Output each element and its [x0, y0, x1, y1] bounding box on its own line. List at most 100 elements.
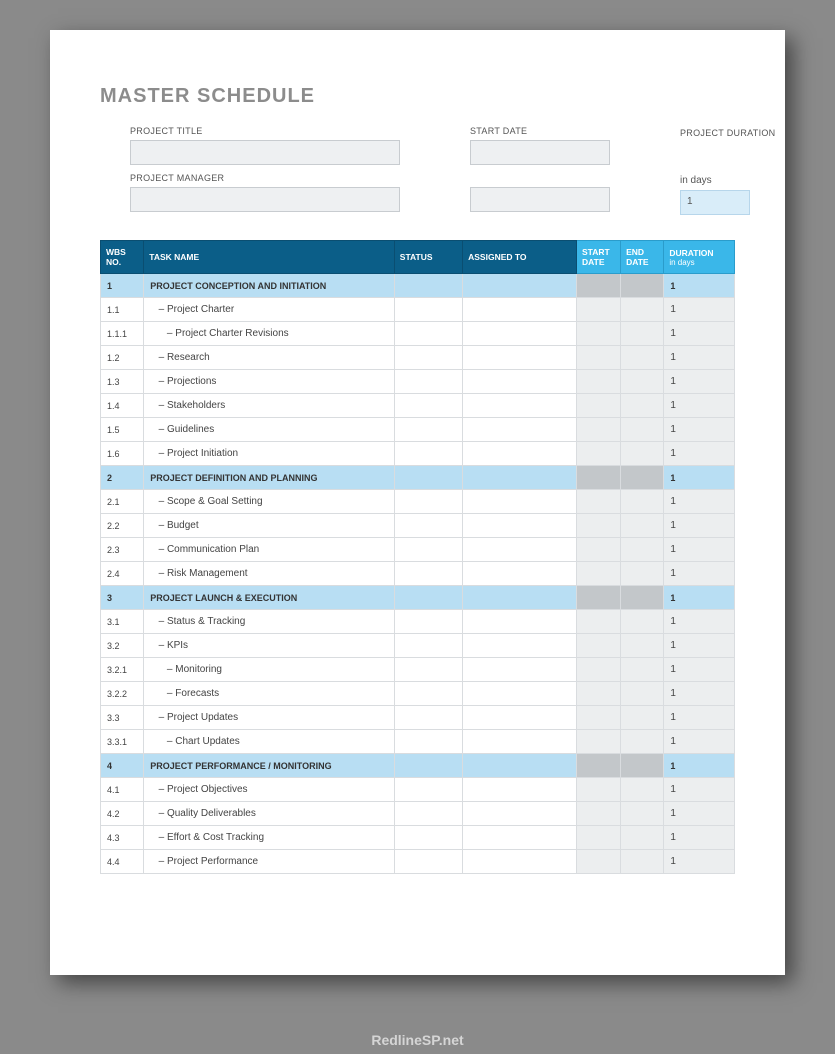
assigned-cell[interactable]: [463, 802, 577, 826]
start-date-cell[interactable]: [577, 346, 621, 370]
end-date-cell[interactable]: [621, 658, 664, 682]
status-cell[interactable]: [394, 730, 462, 754]
status-cell[interactable]: [394, 778, 462, 802]
assigned-cell[interactable]: [463, 274, 577, 298]
end-date-cell[interactable]: [621, 418, 664, 442]
start-date-cell[interactable]: [577, 706, 621, 730]
status-cell[interactable]: [394, 394, 462, 418]
assigned-cell[interactable]: [463, 850, 577, 874]
end-date-cell[interactable]: [621, 562, 664, 586]
status-cell[interactable]: [394, 298, 462, 322]
start-date-cell[interactable]: [577, 682, 621, 706]
status-cell[interactable]: [394, 610, 462, 634]
status-cell[interactable]: [394, 826, 462, 850]
end-date-cell[interactable]: [621, 370, 664, 394]
start-date-cell[interactable]: [577, 490, 621, 514]
start-date-cell[interactable]: [577, 514, 621, 538]
status-cell[interactable]: [394, 586, 462, 610]
end-date-cell[interactable]: [621, 514, 664, 538]
end-date-cell[interactable]: [621, 610, 664, 634]
assigned-cell[interactable]: [463, 826, 577, 850]
status-cell[interactable]: [394, 658, 462, 682]
start-date-cell[interactable]: [577, 850, 621, 874]
start-date-cell[interactable]: [577, 826, 621, 850]
status-cell[interactable]: [394, 418, 462, 442]
start-date-cell[interactable]: [577, 778, 621, 802]
start-date-cell[interactable]: [577, 802, 621, 826]
end-date-cell[interactable]: [621, 730, 664, 754]
start-date-cell[interactable]: [577, 322, 621, 346]
start-date-cell[interactable]: [577, 586, 621, 610]
status-cell[interactable]: [394, 754, 462, 778]
start-date-cell[interactable]: [577, 394, 621, 418]
start-date-cell[interactable]: [577, 298, 621, 322]
status-cell[interactable]: [394, 442, 462, 466]
status-cell[interactable]: [394, 370, 462, 394]
assigned-cell[interactable]: [463, 442, 577, 466]
end-date-cell[interactable]: [621, 490, 664, 514]
end-date-cell[interactable]: [621, 466, 664, 490]
status-cell[interactable]: [394, 274, 462, 298]
end-date-cell[interactable]: [621, 538, 664, 562]
secondary-date-field[interactable]: [470, 187, 610, 212]
start-date-cell[interactable]: [577, 658, 621, 682]
start-date-cell[interactable]: [577, 274, 621, 298]
assigned-cell[interactable]: [463, 370, 577, 394]
end-date-cell[interactable]: [621, 802, 664, 826]
start-date-cell[interactable]: [577, 466, 621, 490]
status-cell[interactable]: [394, 634, 462, 658]
end-date-cell[interactable]: [621, 634, 664, 658]
status-cell[interactable]: [394, 490, 462, 514]
start-date-cell[interactable]: [577, 538, 621, 562]
end-date-cell[interactable]: [621, 394, 664, 418]
status-cell[interactable]: [394, 466, 462, 490]
status-cell[interactable]: [394, 682, 462, 706]
assigned-cell[interactable]: [463, 418, 577, 442]
assigned-cell[interactable]: [463, 778, 577, 802]
assigned-cell[interactable]: [463, 538, 577, 562]
end-date-cell[interactable]: [621, 442, 664, 466]
assigned-cell[interactable]: [463, 754, 577, 778]
start-date-cell[interactable]: [577, 418, 621, 442]
start-date-cell[interactable]: [577, 562, 621, 586]
end-date-cell[interactable]: [621, 346, 664, 370]
assigned-cell[interactable]: [463, 682, 577, 706]
assigned-cell[interactable]: [463, 490, 577, 514]
assigned-cell[interactable]: [463, 730, 577, 754]
end-date-cell[interactable]: [621, 778, 664, 802]
assigned-cell[interactable]: [463, 586, 577, 610]
end-date-cell[interactable]: [621, 298, 664, 322]
assigned-cell[interactable]: [463, 346, 577, 370]
assigned-cell[interactable]: [463, 610, 577, 634]
assigned-cell[interactable]: [463, 322, 577, 346]
start-date-cell[interactable]: [577, 610, 621, 634]
end-date-cell[interactable]: [621, 850, 664, 874]
project-title-field[interactable]: [130, 140, 400, 165]
end-date-cell[interactable]: [621, 754, 664, 778]
assigned-cell[interactable]: [463, 514, 577, 538]
status-cell[interactable]: [394, 346, 462, 370]
status-cell[interactable]: [394, 514, 462, 538]
assigned-cell[interactable]: [463, 658, 577, 682]
start-date-cell[interactable]: [577, 754, 621, 778]
end-date-cell[interactable]: [621, 826, 664, 850]
start-date-cell[interactable]: [577, 634, 621, 658]
end-date-cell[interactable]: [621, 586, 664, 610]
project-manager-field[interactable]: [130, 187, 400, 212]
assigned-cell[interactable]: [463, 466, 577, 490]
start-date-cell[interactable]: [577, 442, 621, 466]
start-date-cell[interactable]: [577, 370, 621, 394]
assigned-cell[interactable]: [463, 298, 577, 322]
status-cell[interactable]: [394, 322, 462, 346]
status-cell[interactable]: [394, 538, 462, 562]
assigned-cell[interactable]: [463, 562, 577, 586]
assigned-cell[interactable]: [463, 634, 577, 658]
status-cell[interactable]: [394, 850, 462, 874]
status-cell[interactable]: [394, 706, 462, 730]
end-date-cell[interactable]: [621, 322, 664, 346]
assigned-cell[interactable]: [463, 394, 577, 418]
status-cell[interactable]: [394, 802, 462, 826]
end-date-cell[interactable]: [621, 274, 664, 298]
assigned-cell[interactable]: [463, 706, 577, 730]
start-date-field[interactable]: [470, 140, 610, 165]
